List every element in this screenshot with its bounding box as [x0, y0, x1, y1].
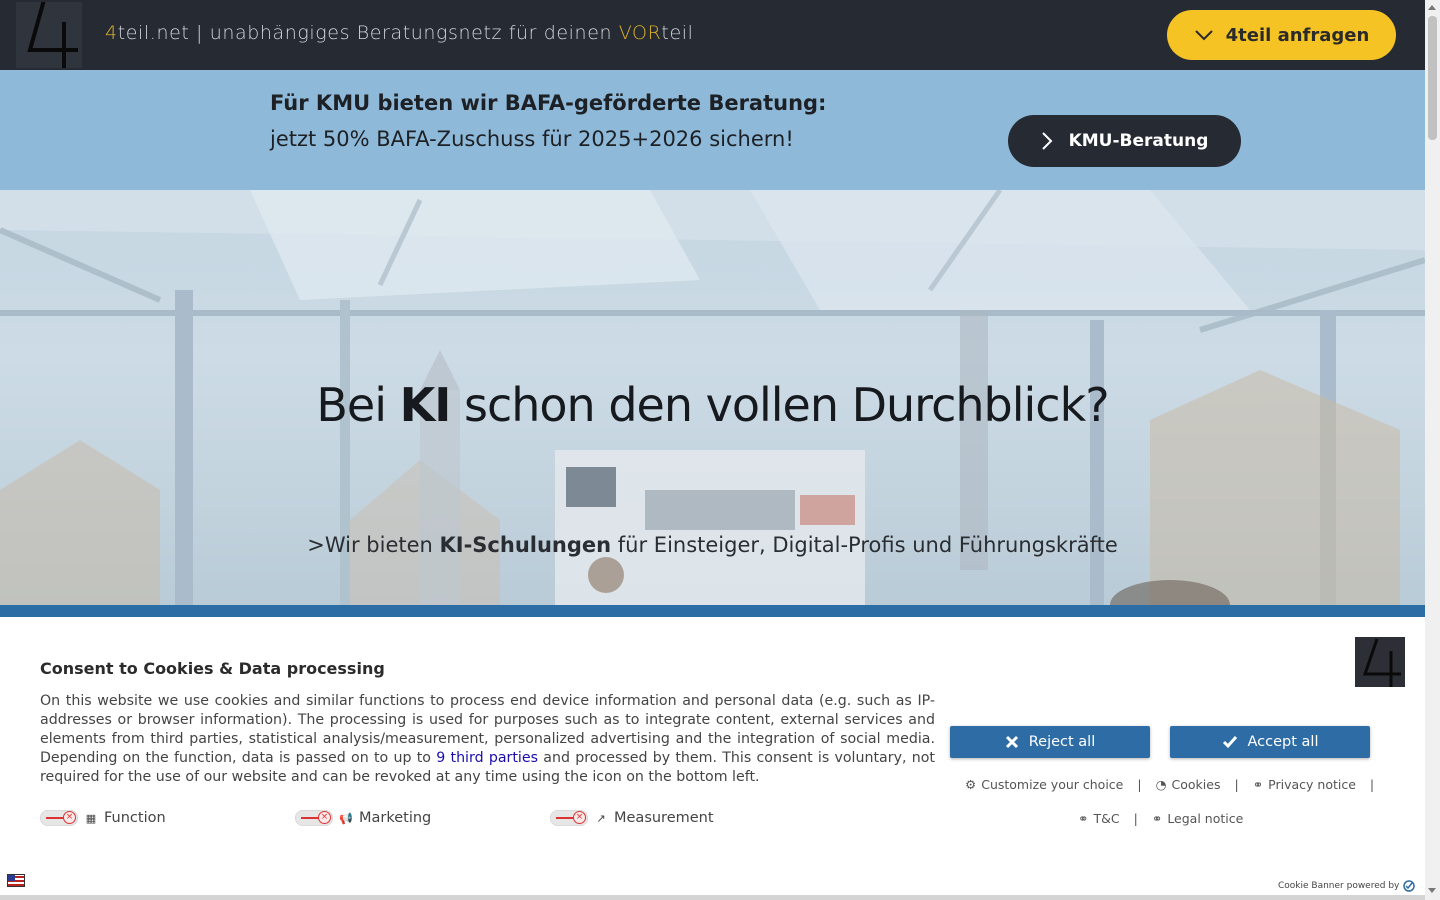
hero-title: Bei KI schon den vollen Durchblick? [0, 378, 1425, 432]
kmu-beratung-label: KMU-Beratung [1068, 131, 1209, 151]
measurement-switch[interactable]: × [550, 810, 588, 826]
switch-line [46, 817, 64, 819]
tagline-prefix: 4 [105, 22, 118, 44]
hero-title-bold: KI [399, 378, 452, 432]
link-separator: | [1369, 777, 1375, 792]
marketing-label: Marketing [359, 810, 432, 826]
tagline-suffix: teil [661, 22, 694, 44]
hero-title-pre: Bei [316, 378, 400, 432]
accept-all-button[interactable]: Accept all [1170, 726, 1370, 758]
link-separator: | [1137, 777, 1142, 792]
powered-by-label: Cookie Banner powered by [1278, 881, 1400, 891]
section-divider-strip [0, 605, 1425, 617]
request-4teil-button[interactable]: 4teil anfragen [1167, 10, 1396, 60]
gear-icon: ⚙ [965, 777, 977, 792]
powered-by[interactable]: Cookie Banner powered by [1278, 880, 1416, 892]
cookie-description: On this website we use cookies and simil… [40, 692, 935, 787]
page-bottom-edge [0, 895, 1425, 900]
function-switch[interactable]: × [40, 810, 78, 826]
scroll-down-arrow-icon[interactable] [1428, 888, 1436, 893]
checkmark-icon [1222, 736, 1237, 749]
chart-line-icon: ↗ [596, 811, 606, 825]
toggle-marketing: × 📢 Marketing [295, 810, 550, 826]
customize-choice-label: Customize your choice [981, 777, 1124, 792]
logo-four-icon [27, 2, 78, 68]
close-icon [1005, 735, 1018, 749]
switch-off-icon: × [318, 811, 331, 824]
cookie-consent-banner: Consent to Cookies & Data processing On … [0, 617, 1425, 895]
bafa-subline: jetzt 50% BAFA-Zuschuss für 2025+2026 si… [270, 127, 794, 151]
hero-sub-pre: >Wir bieten [307, 533, 440, 557]
link-icon: ⚭ [1151, 811, 1163, 826]
chevron-down-icon [1194, 30, 1213, 41]
reject-all-button[interactable]: Reject all [950, 726, 1150, 758]
verified-shield-icon [1403, 880, 1416, 892]
vertical-scrollbar[interactable] [1425, 0, 1440, 900]
megaphone-icon: 📢 [339, 811, 353, 825]
bafa-headline: Für KMU bieten wir BAFA-geförderte Berat… [270, 91, 827, 115]
site-tagline[interactable]: 4teil.net | unabhängiges Beratungsnetz f… [105, 22, 694, 44]
link-icon: ⚭ [1252, 777, 1264, 792]
logo-four-icon [1362, 638, 1401, 687]
reject-all-label: Reject all [1028, 734, 1096, 750]
tc-label: T&C [1093, 811, 1120, 826]
hero-section: Bei KI schon den vollen Durchblick? >Wir… [0, 190, 1425, 605]
request-4teil-label: 4teil anfragen [1225, 24, 1370, 46]
site-logo[interactable] [16, 2, 82, 68]
chevron-right-icon [1041, 132, 1053, 150]
measurement-label: Measurement [614, 810, 714, 826]
hero-title-post: schon den vollen Durchblick? [450, 378, 1110, 432]
bafa-promo-banner: Für KMU bieten wir BAFA-geförderte Berat… [0, 70, 1425, 190]
link-separator: | [1133, 811, 1138, 826]
legal-notice-link[interactable]: ⚭ Legal notice [1152, 811, 1243, 826]
tagline-accent: VOR [618, 22, 662, 44]
link-separator: | [1234, 777, 1239, 792]
switch-line [301, 817, 319, 819]
kmu-beratung-button[interactable]: KMU-Beratung [1008, 115, 1241, 167]
consent-toggles: × ▦ Function × 📢 Marketing × ↗ Measureme… [40, 810, 805, 826]
link-icon: ⚭ [1078, 811, 1089, 826]
cookies-link[interactable]: ◔ Cookies [1156, 777, 1221, 792]
language-flag-icon[interactable] [7, 874, 25, 887]
toggle-function: × ▦ Function [40, 810, 295, 826]
cookie-links-row-2: ⚭ T&C | ⚭ Legal notice [1078, 811, 1243, 826]
privacy-notice-label: Privacy notice [1268, 777, 1356, 792]
cookie-title: Consent to Cookies & Data processing [40, 659, 385, 678]
legal-notice-label: Legal notice [1167, 811, 1244, 826]
switch-off-icon: × [573, 811, 586, 824]
third-parties-link[interactable]: 9 third parties [436, 750, 538, 766]
hero-sub-post: für Einsteiger, Digital-Profis und Führu… [611, 533, 1118, 557]
function-grid-icon: ▦ [85, 811, 97, 825]
cookie-banner-logo [1355, 637, 1405, 687]
cookie-icon: ◔ [1155, 777, 1167, 792]
top-navigation-bar: 4teil.net | unabhängiges Beratungsnetz f… [0, 0, 1425, 70]
marketing-switch[interactable]: × [295, 810, 333, 826]
customize-choice-link[interactable]: ⚙ Customize your choice [965, 777, 1123, 792]
hero-sub-bold: KI-Schulungen [439, 533, 612, 557]
tagline-main: teil.net | unabhängiges Beratungsnetz fü… [117, 22, 619, 44]
function-label: Function [104, 810, 166, 826]
tc-link[interactable]: ⚭ T&C [1078, 811, 1120, 826]
cookies-label: Cookies [1171, 777, 1221, 792]
cookie-links-row-1: ⚙ Customize your choice | ◔ Cookies | ⚭ … [965, 777, 1388, 792]
switch-line [556, 817, 574, 819]
accept-all-label: Accept all [1247, 734, 1319, 750]
hero-subtitle: >Wir bieten KI-Schulungen für Einsteiger… [0, 533, 1425, 557]
scroll-up-arrow-icon[interactable] [1428, 5, 1436, 10]
scrollbar-thumb[interactable] [1428, 16, 1437, 140]
switch-off-icon: × [63, 811, 76, 824]
toggle-measurement: × ↗ Measurement [550, 810, 805, 826]
privacy-notice-link[interactable]: ⚭ Privacy notice [1253, 777, 1356, 792]
